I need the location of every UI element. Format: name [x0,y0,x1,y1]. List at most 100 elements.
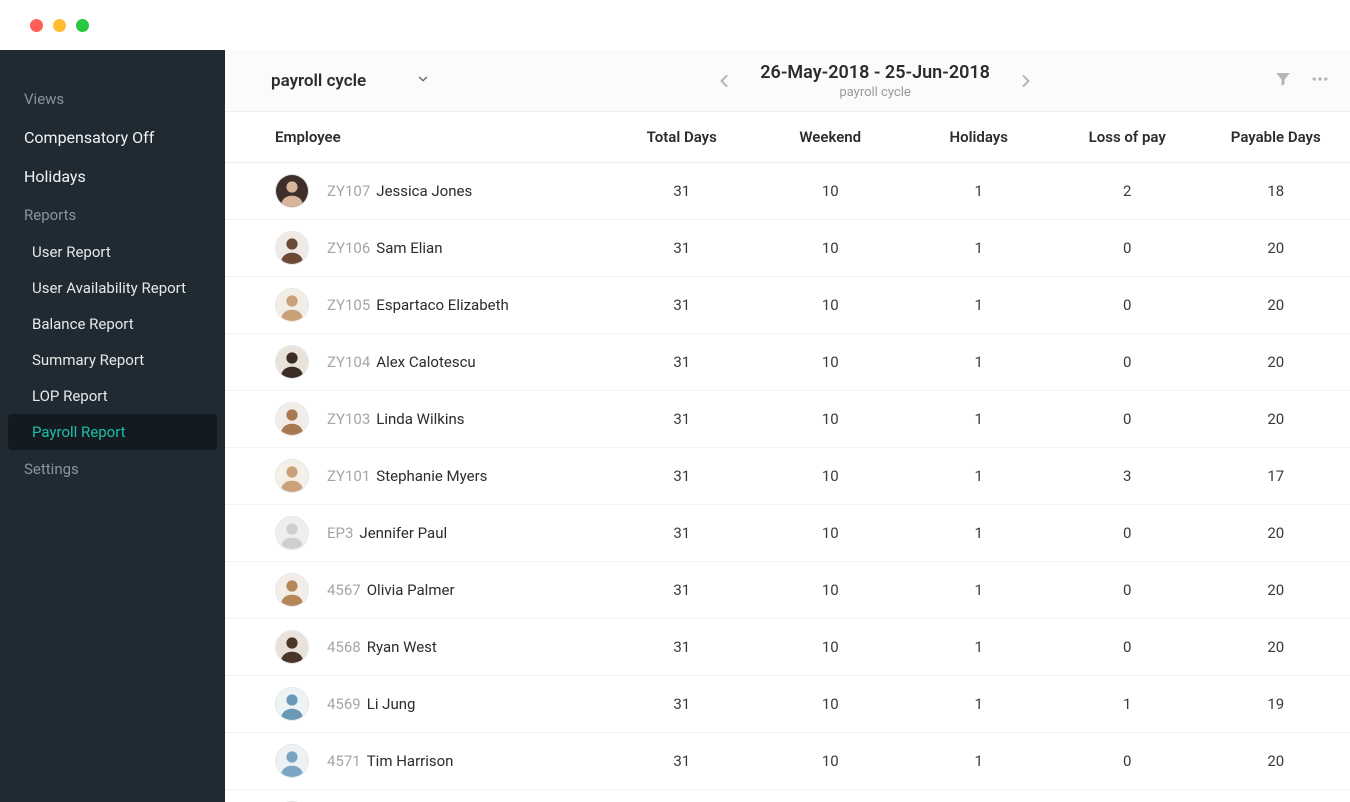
employee-name: Jennifer Paul [359,524,447,542]
sidebar-item-payroll-report[interactable]: Payroll Report [8,414,217,450]
employee-code: EP3 [327,524,353,542]
payroll-cycle-dropdown[interactable]: payroll cycle [225,61,476,101]
employee-code: ZY104 [327,353,370,371]
more-horizontal-icon [1310,69,1330,93]
cell-payable-days: 20 [1202,334,1350,391]
cell-total-days: 31 [608,277,757,334]
cell-weekend: 10 [756,448,905,505]
cell-payable-days: 19 [1202,676,1350,733]
cell-loss-of-pay: 0 [1053,790,1202,802]
avatar [275,687,309,721]
cell-payable-days: 18 [1202,163,1350,220]
table-row[interactable]: ZY104Alex Calotescu 31 10 1 0 20 [225,334,1350,391]
date-range-text: 26-May-2018 - 25-Jun-2018 [760,62,990,83]
cell-holidays: 1 [905,163,1054,220]
cell-payable-days: 20 [1202,562,1350,619]
cell-payable-days: 20 [1202,220,1350,277]
avatar [275,573,309,607]
filter-button[interactable] [1274,70,1292,92]
avatar [275,402,309,436]
cell-holidays: 1 [905,733,1054,790]
table-row[interactable]: 4571Tim Harrison 31 10 1 0 20 [225,733,1350,790]
avatar [275,516,309,550]
chevron-down-icon [416,71,430,91]
table-row[interactable]: ZY101Stephanie Myers 31 10 1 3 17 [225,448,1350,505]
table-row[interactable]: 4568Ryan West 31 10 1 0 20 [225,619,1350,676]
col-header-total-days[interactable]: Total Days [608,112,757,163]
employee-name: Ryan West [367,638,437,656]
sidebar-section-views: Views [0,80,225,118]
table-row[interactable]: ZY106Sam Elian 31 10 1 0 20 [225,220,1350,277]
cell-payable-days: 17 [1202,448,1350,505]
col-header-loss-of-pay[interactable]: Loss of pay [1053,112,1202,163]
cell-loss-of-pay: 0 [1053,733,1202,790]
cell-weekend: 10 [756,619,905,676]
cell-loss-of-pay: 2 [1053,163,1202,220]
window-minimize-dot[interactable] [53,19,66,32]
employee-name: Linda Wilkins [376,410,464,428]
cell-loss-of-pay: 0 [1053,277,1202,334]
date-range-subtext: payroll cycle [760,85,990,100]
cell-holidays: 1 [905,790,1054,802]
employee-code: 4571 [327,752,361,770]
cell-total-days: 31 [608,163,757,220]
window-chrome [0,0,1350,50]
employee-name: Sam Elian [376,239,442,257]
employee-code: ZY101 [327,467,370,485]
col-header-payable-days[interactable]: Payable Days [1202,112,1350,163]
cell-payable-days: 20 [1202,733,1350,790]
cell-holidays: 1 [905,562,1054,619]
employee-name: Olivia Palmer [367,581,455,599]
cell-loss-of-pay: 0 [1053,562,1202,619]
cell-payable-days: 20 [1202,505,1350,562]
cell-total-days: 31 [608,619,757,676]
sidebar-item-balance-report[interactable]: Balance Report [0,306,225,342]
sidebar-item-lop-report[interactable]: LOP Report [0,378,225,414]
table-row[interactable]: ZY105Espartaco Elizabeth 31 10 1 0 20 [225,277,1350,334]
sidebar-item-compensatory-off[interactable]: Compensatory Off [0,118,225,157]
table-row[interactable]: EP3Jennifer Paul 31 10 1 0 20 [225,505,1350,562]
avatar [275,630,309,664]
col-header-weekend[interactable]: Weekend [756,112,905,163]
sidebar-item-user-report[interactable]: User Report [0,234,225,270]
table-row[interactable]: ZY103Linda Wilkins 31 10 1 0 20 [225,391,1350,448]
cell-holidays: 1 [905,391,1054,448]
table-row[interactable]: 4572Chloe M 31 10 1 0 20 [225,790,1350,802]
employee-code: 4568 [327,638,361,656]
sidebar-section-settings: Settings [0,450,225,488]
window-close-dot[interactable] [30,19,43,32]
sidebar-item-summary-report[interactable]: Summary Report [0,342,225,378]
sidebar-item-holidays[interactable]: Holidays [0,157,225,196]
date-range-display: 26-May-2018 - 25-Jun-2018 payroll cycle [760,62,990,100]
window-maximize-dot[interactable] [76,19,89,32]
cell-loss-of-pay: 0 [1053,220,1202,277]
cell-loss-of-pay: 1 [1053,676,1202,733]
filter-icon [1274,70,1292,92]
cell-weekend: 10 [756,334,905,391]
avatar [275,345,309,379]
sidebar-item-user-availability-report[interactable]: User Availability Report [0,270,225,306]
employee-name: Espartaco Elizabeth [376,296,508,314]
employee-name: Tim Harrison [367,752,454,770]
employee-name: Stephanie Myers [376,467,487,485]
employee-code: ZY105 [327,296,370,314]
cell-holidays: 1 [905,277,1054,334]
sidebar-section-reports: Reports [0,196,225,234]
table-row[interactable]: 4567Olivia Palmer 31 10 1 0 20 [225,562,1350,619]
col-header-employee[interactable]: Employee [225,112,608,163]
table-row[interactable]: 4569Li Jung 31 10 1 1 19 [225,676,1350,733]
cell-total-days: 31 [608,505,757,562]
prev-period-button[interactable] [708,65,740,97]
col-header-holidays[interactable]: Holidays [905,112,1054,163]
table-row[interactable]: ZY107Jessica Jones 31 10 1 2 18 [225,163,1350,220]
employee-code: 4567 [327,581,361,599]
cell-payable-days: 20 [1202,790,1350,802]
next-period-button[interactable] [1010,65,1042,97]
cell-weekend: 10 [756,391,905,448]
more-options-button[interactable] [1310,69,1330,93]
cell-weekend: 10 [756,277,905,334]
cell-weekend: 10 [756,505,905,562]
cell-holidays: 1 [905,619,1054,676]
employee-code: 4569 [327,695,361,713]
cell-payable-days: 20 [1202,391,1350,448]
